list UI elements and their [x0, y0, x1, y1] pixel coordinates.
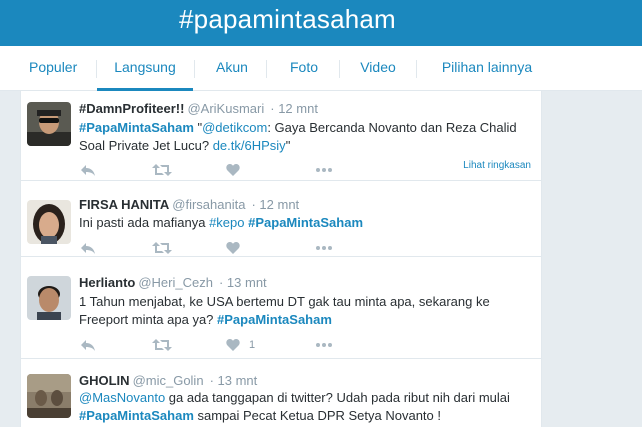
tweet-time-value: 12 mnt — [278, 101, 318, 116]
like-count: 1 — [249, 339, 256, 351]
mention-link[interactable]: @detikcom — [202, 120, 267, 135]
hashtag-link[interactable]: #PapaMintaSaham — [79, 120, 194, 135]
tab-divider — [194, 60, 195, 78]
tweet-item[interactable]: GHOLIN @mic_Golin · 13 mnt @MasNovanto ga … — [21, 359, 541, 427]
page-title: #papamintasaham — [179, 4, 396, 34]
reply-icon[interactable] — [80, 241, 102, 257]
url-link[interactable]: de.tk/6HPsiy — [213, 138, 286, 153]
hashtag-link[interactable]: #PapaMintaSaham — [248, 215, 363, 230]
retweet-icon[interactable] — [152, 338, 174, 354]
reply-icon[interactable] — [80, 163, 102, 179]
tab-divider — [416, 60, 417, 78]
tweet-time-value: 12 mnt — [259, 197, 300, 212]
tweet-text: Ini pasti ada mafianya #kepo #PapaMintaS… — [79, 214, 537, 232]
like-icon[interactable] — [226, 163, 248, 179]
text-fragment: Ini pasti ada mafianya — [79, 215, 210, 230]
user-name[interactable]: FIRSA HANITA — [79, 197, 169, 212]
user-handle[interactable]: @Heri_Cezh — [138, 275, 213, 290]
retweet-icon[interactable] — [152, 241, 174, 257]
retweet-icon[interactable] — [152, 163, 174, 179]
user-handle[interactable]: @mic_Golin — [133, 373, 204, 388]
like-icon[interactable] — [226, 338, 248, 354]
avatar[interactable] — [27, 374, 71, 418]
text-fragment: ga ada tanggapan di twitter? Udah pada r… — [165, 390, 510, 405]
tab-langsung[interactable]: Langsung — [97, 46, 193, 91]
tweet-time[interactable]: · 13 mnt — [210, 373, 258, 388]
tab-akun[interactable]: Akun — [216, 46, 248, 91]
view-summary-link[interactable]: Lihat ringkasan — [463, 160, 531, 171]
tab-divider — [339, 60, 340, 78]
tab-divider — [266, 60, 267, 78]
tweet-time[interactable]: · 12 mnt — [270, 101, 318, 116]
tweet-time-value: 13 mnt — [226, 275, 267, 290]
user-name[interactable]: GHOLIN — [79, 373, 130, 388]
tweet-time[interactable]: · 12 mnt — [251, 197, 299, 212]
tweet-text: #PapaMintaSaham "@detikcom: Gaya Bercand… — [79, 119, 537, 155]
tweet-header: FIRSA HANITA @firsahanita · 12 mnt — [79, 197, 299, 212]
user-handle[interactable]: @firsahanita — [172, 197, 245, 212]
tab-more-options-label: Pilihan lainnya — [441, 59, 533, 75]
tweet-header: GHOLIN @mic_Golin · 13 mnt — [79, 373, 257, 388]
tweet-item[interactable]: FIRSA HANITA @firsahanita · 12 mnt Ini pas… — [21, 181, 541, 257]
search-header: #papamintasaham — [0, 0, 642, 46]
tweet-text: @MasNovanto ga ada tanggapan di twitter?… — [79, 389, 537, 425]
tweet-time[interactable]: · 13 mnt — [219, 275, 267, 290]
user-name[interactable]: Herlianto — [79, 275, 135, 290]
mention-link[interactable]: @MasNovanto — [79, 390, 165, 405]
search-nav: Populer Langsung Akun Foto Video Pilihan… — [0, 46, 642, 113]
tweet-time-value: 13 mnt — [217, 373, 258, 388]
user-handle[interactable]: @AriKusmari — [187, 101, 264, 116]
tweet-item[interactable]: Herlianto @Heri_Cezh · 13 mnt 1 Tahun menj… — [21, 257, 541, 359]
tab-foto[interactable]: Foto — [289, 46, 319, 91]
tab-more-options[interactable]: Pilihan lainnya — [437, 46, 537, 113]
hashtag-link[interactable]: #PapaMintaSaham — [79, 408, 194, 423]
hashtag-link[interactable]: #kepo — [209, 215, 244, 230]
more-icon[interactable] — [315, 338, 337, 354]
text-fragment: " — [285, 138, 291, 153]
tweet-item[interactable]: #DamnProfiteer!! @AriKusmari · 12 mnt #Pap… — [21, 91, 541, 181]
tweet-header: #DamnProfiteer!! @AriKusmari · 12 mnt — [79, 101, 318, 116]
more-icon[interactable] — [315, 163, 337, 179]
avatar[interactable] — [27, 200, 71, 244]
avatar[interactable] — [27, 102, 71, 146]
tweet-stream: #DamnProfiteer!! @AriKusmari · 12 mnt #Pap… — [20, 91, 542, 427]
text-fragment: " — [193, 120, 203, 135]
text-fragment: sampai Pecat Ketua DPR Setya Novanto ! — [193, 408, 442, 423]
tab-video[interactable]: Video — [360, 46, 396, 91]
hashtag-link[interactable]: #PapaMintaSaham — [217, 312, 332, 327]
avatar[interactable] — [27, 276, 71, 320]
tab-populer[interactable]: Populer — [29, 46, 77, 91]
tweet-header: Herlianto @Heri_Cezh · 13 mnt — [79, 275, 267, 290]
tweet-text: 1 Tahun menjabat, ke USA bertemu DT gak … — [79, 293, 537, 329]
like-icon[interactable] — [226, 241, 248, 257]
more-icon[interactable] — [315, 241, 337, 257]
user-name[interactable]: #DamnProfiteer!! — [79, 101, 184, 116]
reply-icon[interactable] — [80, 338, 102, 354]
